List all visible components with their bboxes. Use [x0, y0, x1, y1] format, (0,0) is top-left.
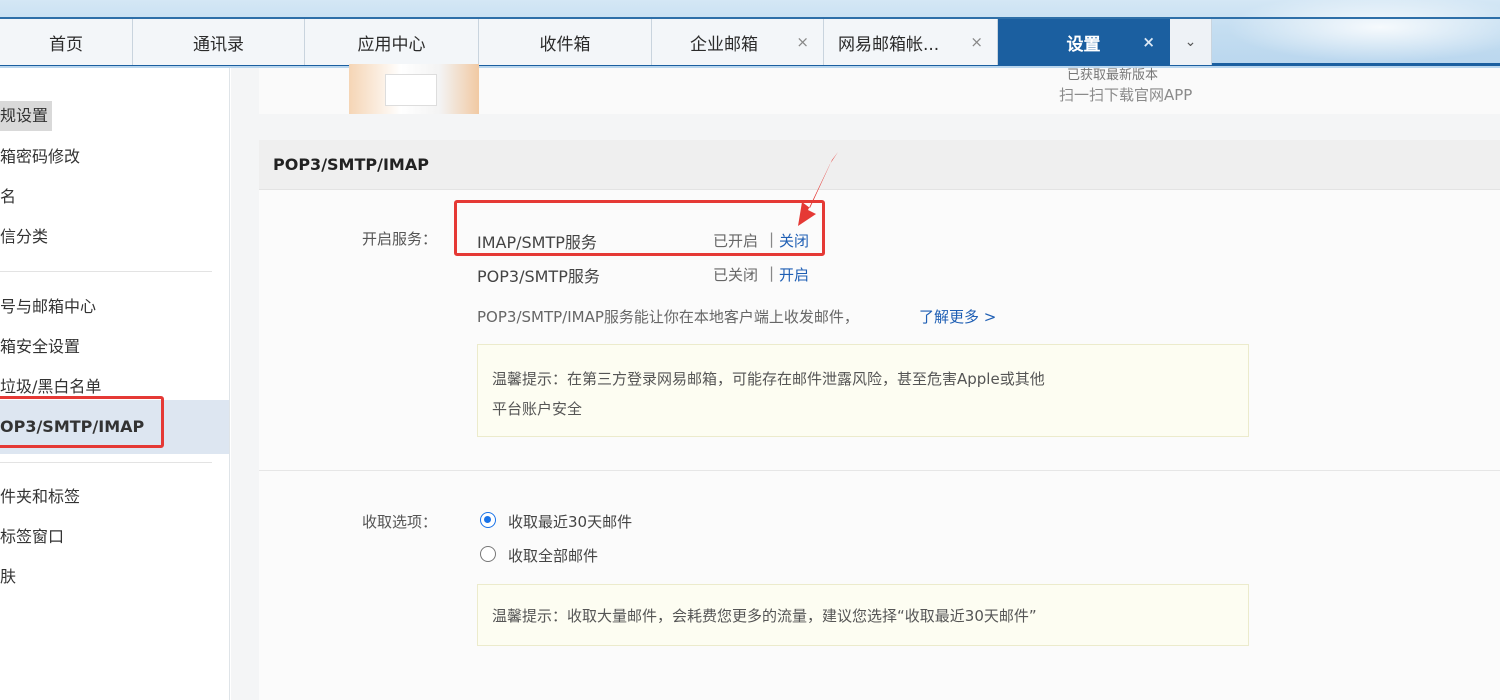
- settings-main: 已获取最新版本 扫一扫下载官网APP POP3/SMTP/IMAP 开启服务： …: [231, 64, 1500, 700]
- tab-label: 收件箱: [539, 34, 591, 55]
- close-icon[interactable]: ×: [796, 33, 809, 51]
- sidebar-divider: [0, 271, 212, 272]
- separator: |: [769, 264, 775, 282]
- tab-home[interactable]: 首页: [0, 19, 133, 65]
- sidebar-item-label: 肤: [0, 567, 17, 586]
- tab-label: 企业邮箱: [690, 34, 758, 55]
- tip-text: 温馨提示：在第三方登录网易邮箱，可能存在邮件泄露风险，甚至危害Apple或其他: [492, 370, 1045, 388]
- sidebar-item-label: 规设置: [0, 106, 49, 125]
- risk-tip-box: 温馨提示：在第三方登录网易邮箱，可能存在邮件泄露风险，甚至危害Apple或其他 …: [477, 344, 1249, 437]
- sidebar-item-password[interactable]: 箱密码修改: [0, 142, 80, 172]
- banner-download-text: 扫一扫下载官网APP: [1059, 86, 1193, 104]
- panel-title: POP3/SMTP/IMAP: [259, 140, 1500, 190]
- service-description: POP3/SMTP/IMAP服务能让你在本地客户端上收发邮件，: [477, 308, 859, 326]
- tab-label: 应用中心: [357, 34, 426, 55]
- tab-netease-account[interactable]: 网易邮箱帐... ×: [824, 19, 998, 65]
- phone-screen: [385, 74, 437, 106]
- tab-inbox[interactable]: 收件箱: [479, 19, 652, 65]
- tab-contacts[interactable]: 通讯录: [133, 19, 305, 65]
- fetch-options-label: 收取选项：: [362, 513, 438, 531]
- tab-settings[interactable]: 设置 ×: [998, 19, 1170, 65]
- sidebar-item-label: 箱密码修改: [0, 147, 81, 166]
- pop3-open-link[interactable]: 开启: [779, 264, 809, 285]
- traffic-tip-box: 温馨提示：收取大量邮件，会耗费您更多的流量，建议您选择“收取最近30天邮件”: [477, 584, 1249, 646]
- tab-more-button[interactable]: ⌄: [1170, 19, 1212, 65]
- radio-fetch-30-days[interactable]: [480, 512, 496, 528]
- tab-enterprise-mail[interactable]: 企业邮箱 ×: [652, 19, 824, 65]
- annotation-arrow-icon: [798, 152, 838, 226]
- pop3-service-name: POP3/SMTP服务: [477, 267, 600, 286]
- sidebar-item-signature[interactable]: 名: [0, 182, 16, 212]
- sidebar-item-label: 垃圾/黑白名单: [0, 377, 102, 396]
- sidebar-item-security[interactable]: 箱安全设置: [0, 332, 80, 362]
- tip-text: 温馨提示：收取大量邮件，会耗费您更多的流量，建议您选择“收取最近30天邮件”: [492, 607, 1037, 625]
- tab-label: 首页: [49, 34, 83, 55]
- radio-fetch-all[interactable]: [480, 546, 496, 562]
- fetch-option-label[interactable]: 收取最近30天邮件: [508, 511, 632, 532]
- sidebar-item-label: 名: [0, 187, 17, 206]
- sidebar-item-account-center[interactable]: 号与邮箱中心: [0, 292, 96, 322]
- sidebar-item-label: 号与邮箱中心: [0, 297, 97, 316]
- sidebar-item-label: 信分类: [0, 227, 49, 246]
- sidebar-item-skin[interactable]: 肤: [0, 562, 16, 592]
- top-bar: 首页 通讯录 应用中心 收件箱 企业邮箱 × 网易邮箱帐... × 设置 × ⌄: [0, 0, 1500, 68]
- tip-text: 平台账户安全: [492, 400, 583, 418]
- close-icon[interactable]: ×: [1142, 33, 1155, 51]
- pop3-settings-panel: POP3/SMTP/IMAP 开启服务： IMAP/SMTP服务 已开启 | 关…: [259, 140, 1500, 700]
- sidebar-item-label: 箱安全设置: [0, 337, 81, 356]
- tab-label: 网易邮箱帐...: [838, 34, 940, 55]
- sidebar-divider: [0, 462, 212, 463]
- sidebar-item-tag-window[interactable]: 标签窗口: [0, 522, 64, 552]
- tab-strip: 首页 通讯录 应用中心 收件箱 企业邮箱 × 网易邮箱帐... × 设置 × ⌄: [0, 17, 1500, 66]
- chevron-down-icon: ⌄: [1184, 34, 1197, 50]
- fetch-option-label[interactable]: 收取全部邮件: [508, 545, 598, 566]
- highlight-box: [0, 396, 164, 448]
- pop3-service-status: 已关闭: [713, 266, 759, 284]
- highlight-box: [454, 200, 825, 256]
- sidebar-item-label: 标签窗口: [0, 527, 65, 546]
- learn-more-link[interactable]: 了解更多 >: [919, 306, 996, 327]
- tab-label: 通讯录: [193, 34, 244, 55]
- tab-label: 设置: [1066, 34, 1101, 55]
- section-divider: [259, 470, 1500, 471]
- sidebar-item-folders-tags[interactable]: 件夹和标签: [0, 482, 80, 512]
- sidebar-item-mail-category[interactable]: 信分类: [0, 222, 48, 252]
- tab-app-center[interactable]: 应用中心: [305, 19, 479, 65]
- banner-line1: 已获取最新版本: [1067, 68, 1159, 83]
- app-download-banner: 已获取最新版本 扫一扫下载官网APP: [259, 64, 1500, 114]
- settings-sidebar: 规设置 箱密码修改 名 信分类 号与邮箱中心 箱安全设置 垃圾/黑白名单 OP3…: [0, 68, 230, 700]
- sidebar-item-label: 件夹和标签: [0, 487, 81, 506]
- close-icon[interactable]: ×: [970, 33, 983, 51]
- sidebar-item-general[interactable]: 规设置: [0, 101, 53, 131]
- service-label: 开启服务：: [362, 230, 438, 248]
- phone-illustration: [349, 64, 479, 114]
